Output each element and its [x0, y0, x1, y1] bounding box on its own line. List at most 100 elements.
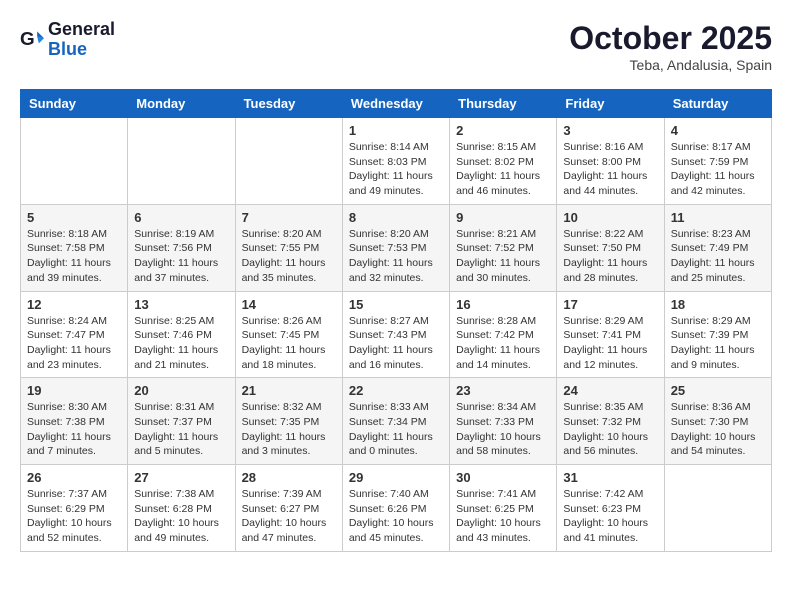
calendar-week-row: 19 Sunrise: 8:30 AM Sunset: 7:38 PM Dayli… [21, 378, 772, 465]
calendar-day-30: 30 Sunrise: 7:41 AM Sunset: 6:25 PM Dayli… [450, 465, 557, 552]
calendar-day-8: 8 Sunrise: 8:20 AM Sunset: 7:53 PM Daylig… [342, 204, 449, 291]
day-info: Sunrise: 8:20 AM Sunset: 7:53 PM Dayligh… [349, 227, 443, 286]
calendar-day-25: 25Sunrise: 8:36 AM Sunset: 7:30 PM Dayli… [664, 378, 771, 465]
day-header-monday: Monday [128, 90, 235, 118]
day-number: 2 [456, 123, 550, 138]
calendar-day-17: 17 Sunrise: 8:29 AM Sunset: 7:41 PM Dayli… [557, 291, 664, 378]
calendar-day-12: 12 Sunrise: 8:24 AM Sunset: 7:47 PM Dayli… [21, 291, 128, 378]
day-number: 11 [671, 210, 765, 225]
calendar-day-22: 22 Sunrise: 8:33 AM Sunset: 7:34 PM Dayli… [342, 378, 449, 465]
day-number: 26 [27, 470, 121, 485]
calendar-day-20: 20 Sunrise: 8:31 AM Sunset: 7:37 PM Dayli… [128, 378, 235, 465]
calendar-day-18: 18 Sunrise: 8:29 AM Sunset: 7:39 PM Dayli… [664, 291, 771, 378]
day-info: Sunrise: 8:26 AM Sunset: 7:45 PM Dayligh… [242, 314, 336, 373]
day-number: 19 [27, 383, 121, 398]
day-number: 13 [134, 297, 228, 312]
day-info: Sunrise: 8:22 AM Sunset: 7:50 PM Dayligh… [563, 227, 657, 286]
day-number: 23 [456, 383, 550, 398]
calendar-week-row: 5Sunrise: 8:18 AM Sunset: 7:58 PM Daylig… [21, 204, 772, 291]
day-number: 5 [27, 210, 121, 225]
day-number: 21 [242, 383, 336, 398]
day-info: Sunrise: 7:40 AM Sunset: 6:26 PM Dayligh… [349, 487, 443, 546]
day-number: 27 [134, 470, 228, 485]
day-number: 24 [563, 383, 657, 398]
day-info: Sunrise: 8:30 AM Sunset: 7:38 PM Dayligh… [27, 400, 121, 459]
day-number: 17 [563, 297, 657, 312]
logo-text: General Blue [48, 20, 115, 60]
day-info: Sunrise: 7:37 AM Sunset: 6:29 PM Dayligh… [27, 487, 121, 546]
day-number: 16 [456, 297, 550, 312]
day-number: 3 [563, 123, 657, 138]
title-block: October 2025 Teba, Andalusia, Spain [569, 20, 772, 73]
calendar-empty-cell [235, 118, 342, 205]
day-info: Sunrise: 8:23 AM Sunset: 7:49 PM Dayligh… [671, 227, 765, 286]
day-header-friday: Friday [557, 90, 664, 118]
calendar-day-10: 10 Sunrise: 8:22 AM Sunset: 7:50 PM Dayli… [557, 204, 664, 291]
calendar-day-26: 26 Sunrise: 7:37 AM Sunset: 6:29 PM Dayli… [21, 465, 128, 552]
day-info: Sunrise: 8:32 AM Sunset: 7:35 PM Dayligh… [242, 400, 336, 459]
day-number: 8 [349, 210, 443, 225]
calendar-day-14: 14Sunrise: 8:26 AM Sunset: 7:45 PM Dayli… [235, 291, 342, 378]
day-info: Sunrise: 8:17 AM Sunset: 7:59 PM Dayligh… [671, 140, 765, 199]
calendar-table: SundayMondayTuesdayWednesdayThursdayFrid… [20, 89, 772, 552]
day-header-tuesday: Tuesday [235, 90, 342, 118]
day-header-sunday: Sunday [21, 90, 128, 118]
day-info: Sunrise: 7:42 AM Sunset: 6:23 PM Dayligh… [563, 487, 657, 546]
day-number: 6 [134, 210, 228, 225]
day-number: 1 [349, 123, 443, 138]
day-number: 22 [349, 383, 443, 398]
svg-text:G: G [20, 28, 35, 49]
day-number: 10 [563, 210, 657, 225]
calendar-day-13: 13 Sunrise: 8:25 AM Sunset: 7:46 PM Dayli… [128, 291, 235, 378]
day-number: 30 [456, 470, 550, 485]
calendar-day-21: 21 Sunrise: 8:32 AM Sunset: 7:35 PM Dayli… [235, 378, 342, 465]
day-info: Sunrise: 7:38 AM Sunset: 6:28 PM Dayligh… [134, 487, 228, 546]
day-info: Sunrise: 8:27 AM Sunset: 7:43 PM Dayligh… [349, 314, 443, 373]
calendar-empty-cell [21, 118, 128, 205]
calendar-day-7: 7Sunrise: 8:20 AM Sunset: 7:55 PM Daylig… [235, 204, 342, 291]
day-number: 18 [671, 297, 765, 312]
calendar-day-1: 1Sunrise: 8:14 AM Sunset: 8:03 PM Daylig… [342, 118, 449, 205]
day-info: Sunrise: 8:15 AM Sunset: 8:02 PM Dayligh… [456, 140, 550, 199]
day-number: 9 [456, 210, 550, 225]
day-info: Sunrise: 8:29 AM Sunset: 7:39 PM Dayligh… [671, 314, 765, 373]
day-header-thursday: Thursday [450, 90, 557, 118]
day-info: Sunrise: 8:34 AM Sunset: 7:33 PM Dayligh… [456, 400, 550, 459]
calendar-week-row: 12 Sunrise: 8:24 AM Sunset: 7:47 PM Dayli… [21, 291, 772, 378]
calendar-day-11: 11 Sunrise: 8:23 AM Sunset: 7:49 PM Dayli… [664, 204, 771, 291]
day-header-wednesday: Wednesday [342, 90, 449, 118]
day-info: Sunrise: 8:28 AM Sunset: 7:42 PM Dayligh… [456, 314, 550, 373]
day-info: Sunrise: 7:41 AM Sunset: 6:25 PM Dayligh… [456, 487, 550, 546]
calendar-day-19: 19 Sunrise: 8:30 AM Sunset: 7:38 PM Dayli… [21, 378, 128, 465]
calendar-day-4: 4Sunrise: 8:17 AM Sunset: 7:59 PM Daylig… [664, 118, 771, 205]
day-number: 15 [349, 297, 443, 312]
day-info: Sunrise: 8:31 AM Sunset: 7:37 PM Dayligh… [134, 400, 228, 459]
calendar-day-5: 5Sunrise: 8:18 AM Sunset: 7:58 PM Daylig… [21, 204, 128, 291]
calendar-day-28: 28Sunrise: 7:39 AM Sunset: 6:27 PM Dayli… [235, 465, 342, 552]
day-info: Sunrise: 8:25 AM Sunset: 7:46 PM Dayligh… [134, 314, 228, 373]
calendar-header-row: SundayMondayTuesdayWednesdayThursdayFrid… [21, 90, 772, 118]
calendar-empty-cell [128, 118, 235, 205]
calendar-day-15: 15 Sunrise: 8:27 AM Sunset: 7:43 PM Dayli… [342, 291, 449, 378]
day-info: Sunrise: 8:33 AM Sunset: 7:34 PM Dayligh… [349, 400, 443, 459]
calendar-day-27: 27 Sunrise: 7:38 AM Sunset: 6:28 PM Dayli… [128, 465, 235, 552]
day-info: Sunrise: 8:29 AM Sunset: 7:41 PM Dayligh… [563, 314, 657, 373]
logo-icon: G [20, 28, 44, 52]
day-info: Sunrise: 8:35 AM Sunset: 7:32 PM Dayligh… [563, 400, 657, 459]
day-info: Sunrise: 8:24 AM Sunset: 7:47 PM Dayligh… [27, 314, 121, 373]
day-number: 28 [242, 470, 336, 485]
logo-line2: Blue [48, 40, 115, 60]
day-info: Sunrise: 8:16 AM Sunset: 8:00 PM Dayligh… [563, 140, 657, 199]
day-number: 20 [134, 383, 228, 398]
calendar-day-23: 23 Sunrise: 8:34 AM Sunset: 7:33 PM Dayli… [450, 378, 557, 465]
calendar-day-29: 29 Sunrise: 7:40 AM Sunset: 6:26 PM Dayli… [342, 465, 449, 552]
day-info: Sunrise: 8:36 AM Sunset: 7:30 PM Dayligh… [671, 400, 765, 459]
day-number: 29 [349, 470, 443, 485]
calendar-day-3: 3 Sunrise: 8:16 AM Sunset: 8:00 PM Daylig… [557, 118, 664, 205]
day-header-saturday: Saturday [664, 90, 771, 118]
day-number: 31 [563, 470, 657, 485]
day-info: Sunrise: 8:21 AM Sunset: 7:52 PM Dayligh… [456, 227, 550, 286]
day-number: 12 [27, 297, 121, 312]
calendar-day-6: 6Sunrise: 8:19 AM Sunset: 7:56 PM Daylig… [128, 204, 235, 291]
day-info: Sunrise: 8:20 AM Sunset: 7:55 PM Dayligh… [242, 227, 336, 286]
